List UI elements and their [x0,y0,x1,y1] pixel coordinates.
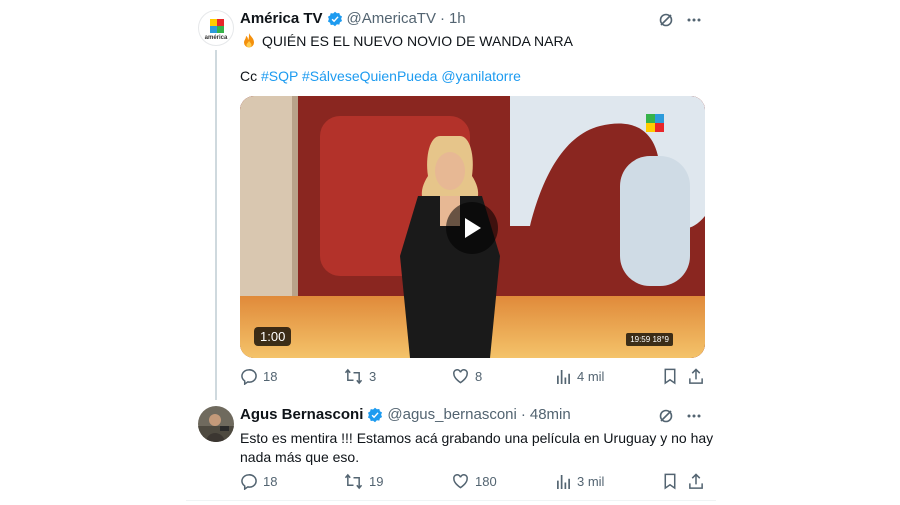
retweet-count: 19 [369,474,384,489]
tweet-header-icons [658,408,702,424]
separator: · [520,406,526,423]
verified-icon [368,407,383,422]
tweet-text-line-1: Esto es mentira !!! Estamos acá grabando… [240,430,714,446]
timestamp[interactable]: 48min [530,406,571,423]
grok-icon[interactable] [658,408,674,424]
bookmark-button[interactable] [663,473,677,490]
like-button[interactable]: 180 [452,473,497,490]
reply-button[interactable]: 18 [240,473,277,490]
views-button[interactable]: 3 mil [556,473,604,490]
tweet-header: Agus Bernasconi @agus_bernasconi · 48min [240,406,571,423]
timeline-panel: américa América TV @AmericaTV · 1h QUIÉN… [186,0,716,505]
bookmark-icon [664,473,676,490]
reply-count: 18 [263,474,278,489]
views-count: 3 mil [577,474,605,489]
more-icon[interactable] [686,408,702,424]
tweet-actions: 18 19 180 3 mil [240,473,705,493]
like-icon [453,474,468,489]
reply-icon [241,474,257,490]
avatar[interactable] [198,406,234,442]
tweet-text-line-2: nada más que eso. [240,449,360,465]
share-icon [689,473,703,489]
author-handle[interactable]: @agus_bernasconi [387,406,516,423]
retweet-icon [344,473,363,490]
tweet-agus-bernasconi[interactable]: Agus Bernasconi @agus_bernasconi · 48min… [186,0,716,505]
views-icon [557,474,570,489]
share-button[interactable] [688,473,704,490]
like-count: 180 [475,474,497,489]
author-name[interactable]: Agus Bernasconi [240,406,363,423]
divider [186,500,716,501]
retweet-button[interactable]: 19 [344,473,383,490]
avatar-photo [198,406,234,442]
